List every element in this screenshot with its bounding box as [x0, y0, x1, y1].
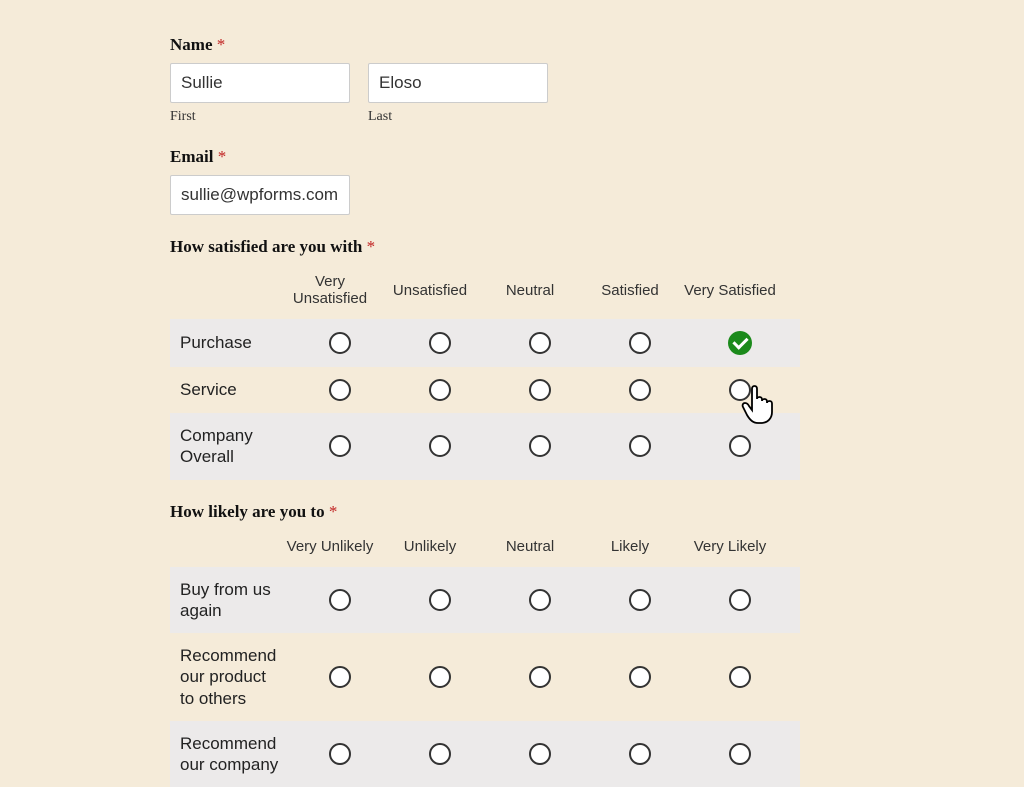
radio-recc-0[interactable]	[329, 743, 351, 765]
radio-recp-3[interactable]	[629, 666, 651, 688]
radio-purchase-0[interactable]	[329, 332, 351, 354]
satisfaction-label-text: How satisfied are you with	[170, 237, 362, 256]
radio-company-1[interactable]	[429, 435, 451, 457]
radio-purchase-2[interactable]	[529, 332, 551, 354]
radio-company-3[interactable]	[629, 435, 651, 457]
radio-recc-2[interactable]	[529, 743, 551, 765]
required-asterisk: *	[329, 502, 338, 521]
first-name-sublabel: First	[170, 109, 350, 125]
name-section: Name * First Last	[170, 35, 850, 125]
likelihood-col-4: Very Likely	[680, 538, 780, 555]
name-label: Name *	[170, 35, 850, 55]
satisfaction-row-service: Service	[170, 367, 800, 413]
radio-buy-4[interactable]	[729, 589, 751, 611]
radio-recp-0[interactable]	[329, 666, 351, 688]
radio-recp-1[interactable]	[429, 666, 451, 688]
radio-recp-4[interactable]	[729, 666, 751, 688]
satisfaction-col-2: Neutral	[480, 282, 580, 299]
radio-company-4[interactable]	[729, 435, 751, 457]
radio-purchase-1[interactable]	[429, 332, 451, 354]
radio-company-0[interactable]	[329, 435, 351, 457]
required-asterisk: *	[367, 237, 376, 256]
radio-buy-3[interactable]	[629, 589, 651, 611]
radio-recc-1[interactable]	[429, 743, 451, 765]
last-name-sublabel: Last	[368, 109, 548, 125]
likelihood-label-text: How likely are you to	[170, 502, 325, 521]
likelihood-col-3: Likely	[580, 538, 680, 555]
email-label: Email *	[170, 147, 850, 167]
row-label: Company Overall	[180, 425, 290, 468]
satisfaction-row-company: Company Overall	[170, 413, 800, 480]
survey-form: Name * First Last Email * How satisfied …	[0, 0, 850, 787]
row-label: Service	[180, 379, 290, 400]
radio-buy-2[interactable]	[529, 589, 551, 611]
satisfaction-col-1: Unsatisfied	[380, 282, 480, 299]
likelihood-likert: Very Unlikely Unlikely Neutral Likely Ve…	[170, 530, 800, 787]
likelihood-label: How likely are you to *	[170, 502, 850, 522]
row-label: Purchase	[180, 332, 290, 353]
likelihood-row-rec-company: Recommend our company	[170, 721, 800, 787]
radio-buy-0[interactable]	[329, 589, 351, 611]
satisfaction-likert: Very Unsatisfied Unsatisfied Neutral Sat…	[170, 265, 800, 480]
satisfaction-col-4: Very Satisfied	[680, 282, 780, 299]
radio-service-2[interactable]	[529, 379, 551, 401]
radio-recc-4[interactable]	[729, 743, 751, 765]
radio-service-1[interactable]	[429, 379, 451, 401]
last-name-input[interactable]	[368, 63, 548, 103]
satisfaction-col-0: Very Unsatisfied	[280, 273, 380, 307]
radio-purchase-4[interactable]	[728, 331, 752, 355]
required-asterisk: *	[218, 147, 227, 166]
likelihood-header: Very Unlikely Unlikely Neutral Likely Ve…	[170, 530, 800, 567]
likelihood-row-rec-product: Recommend our product to others	[170, 633, 800, 721]
row-label: Recommend our company	[180, 733, 290, 776]
email-label-text: Email	[170, 147, 213, 166]
radio-purchase-3[interactable]	[629, 332, 651, 354]
radio-company-2[interactable]	[529, 435, 551, 457]
radio-recp-2[interactable]	[529, 666, 551, 688]
radio-service-3[interactable]	[629, 379, 651, 401]
email-input[interactable]	[170, 175, 350, 215]
email-section: Email *	[170, 147, 850, 215]
likelihood-col-1: Unlikely	[380, 538, 480, 555]
likelihood-section: How likely are you to * Very Unlikely Un…	[170, 502, 850, 787]
likelihood-col-2: Neutral	[480, 538, 580, 555]
radio-recc-3[interactable]	[629, 743, 651, 765]
satisfaction-label: How satisfied are you with *	[170, 237, 850, 257]
radio-buy-1[interactable]	[429, 589, 451, 611]
row-label: Buy from us again	[180, 579, 290, 622]
satisfaction-row-purchase: Purchase	[170, 319, 800, 367]
radio-service-4[interactable]	[729, 379, 751, 401]
first-name-input[interactable]	[170, 63, 350, 103]
name-label-text: Name	[170, 35, 212, 54]
likelihood-row-buy: Buy from us again	[170, 567, 800, 634]
radio-service-0[interactable]	[329, 379, 351, 401]
likelihood-col-0: Very Unlikely	[280, 538, 380, 555]
required-asterisk: *	[217, 35, 226, 54]
satisfaction-header: Very Unsatisfied Unsatisfied Neutral Sat…	[170, 265, 800, 319]
satisfaction-section: How satisfied are you with * Very Unsati…	[170, 237, 850, 480]
row-label: Recommend our product to others	[180, 645, 290, 709]
satisfaction-col-3: Satisfied	[580, 282, 680, 299]
